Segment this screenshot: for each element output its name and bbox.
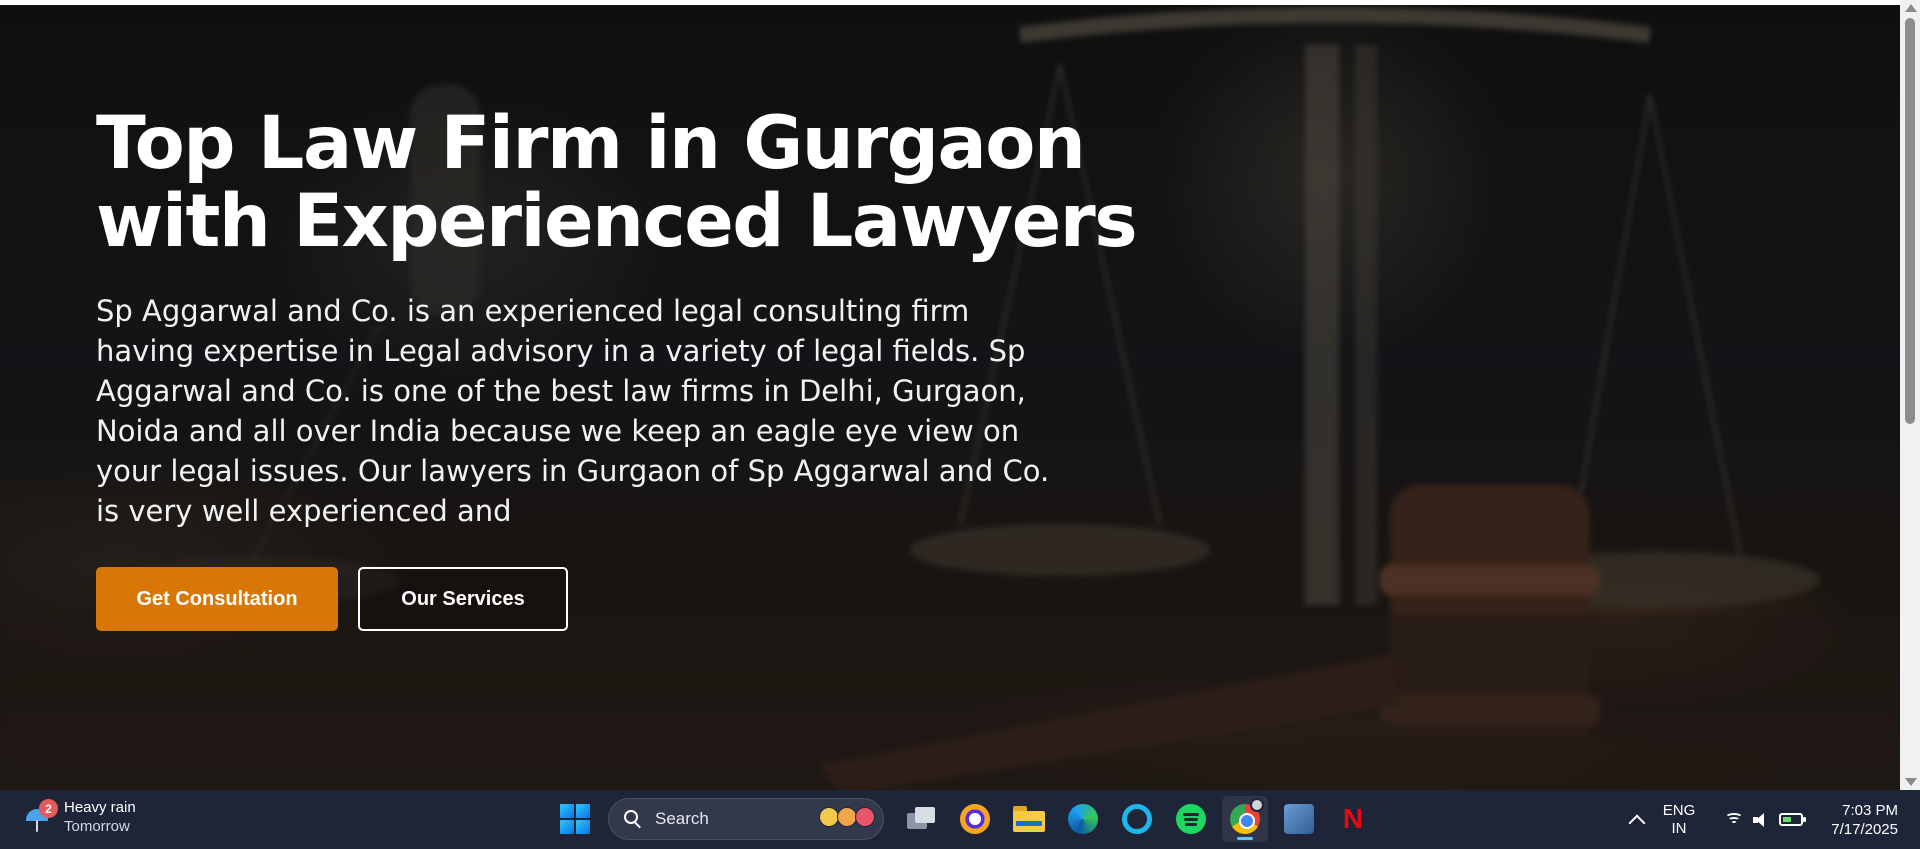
alexa-button[interactable] <box>1114 796 1160 842</box>
taskbar-search[interactable]: Search <box>608 798 884 840</box>
hero-content: Top Law Firm in Gurgaon with Experienced… <box>96 105 1256 631</box>
battery-charging-icon <box>1779 813 1807 826</box>
spotify-icon <box>1176 804 1206 834</box>
hero-buttons: Get Consultation Our Services <box>96 567 1256 631</box>
task-view-icon <box>907 807 935 831</box>
edge-icon <box>1068 804 1098 834</box>
hero-title: Top Law Firm in Gurgaon with Experienced… <box>96 101 1138 264</box>
netflix-icon: N <box>1342 803 1364 834</box>
language-indicator[interactable]: ENG IN <box>1663 802 1696 838</box>
weather-widget[interactable]: 2 Heavy rain Tomorrow <box>22 798 136 836</box>
quick-settings[interactable] <box>1725 812 1807 827</box>
browser-viewport: Top Law Firm in Gurgaon with Experienced… <box>0 0 1920 790</box>
clock[interactable]: 7:03 PM 7/17/2025 <box>1831 801 1898 839</box>
windows-logo-icon <box>560 804 590 834</box>
mysql-workbench-button[interactable] <box>1276 796 1322 842</box>
volume-icon <box>1753 812 1769 827</box>
clock-date: 7/17/2025 <box>1831 820 1898 838</box>
start-button[interactable] <box>552 796 598 842</box>
search-icon <box>623 809 643 829</box>
search-highlight-emoji-icon <box>819 807 875 827</box>
scroll-down-arrow-icon[interactable] <box>1905 778 1917 786</box>
mysql-workbench-icon <box>1284 804 1314 834</box>
edge-button[interactable] <box>1060 796 1106 842</box>
file-explorer-icon <box>1013 806 1045 832</box>
windows-taskbar: 2 Heavy rain Tomorrow Search N ENG IN 7:… <box>0 790 1920 849</box>
task-view-button[interactable] <box>898 796 944 842</box>
alexa-icon <box>1122 804 1152 834</box>
language-line2: IN <box>1671 819 1687 837</box>
hero-section: Top Law Firm in Gurgaon with Experienced… <box>0 5 1900 790</box>
chrome-button[interactable] <box>1222 796 1268 842</box>
taskbar-center: Search N <box>548 796 1380 842</box>
system-tray: ENG IN 7:03 PM 7/17/2025 <box>1628 790 1920 849</box>
brave-icon <box>960 804 990 834</box>
scroll-up-arrow-icon[interactable] <box>1905 4 1917 12</box>
weather-text: Heavy rain Tomorrow <box>64 798 136 836</box>
brave-button[interactable] <box>952 796 998 842</box>
scroll-thumb[interactable] <box>1905 18 1915 424</box>
get-consultation-button[interactable]: Get Consultation <box>96 567 338 631</box>
clock-time: 7:03 PM <box>1842 801 1898 819</box>
hero-description: Sp Aggarwal and Co. is an experienced le… <box>96 294 1050 528</box>
wifi-icon <box>1725 812 1744 827</box>
file-explorer-button[interactable] <box>1006 796 1052 842</box>
search-label: Search <box>655 809 709 828</box>
spotify-button[interactable] <box>1168 796 1214 842</box>
language-line1: ENG <box>1662 801 1696 819</box>
chrome-profile-badge <box>1250 798 1264 812</box>
our-services-button[interactable]: Our Services <box>358 567 568 631</box>
umbrella-rain-icon: 2 <box>22 799 58 835</box>
chevron-up-icon[interactable] <box>1628 814 1646 831</box>
weather-when: Tomorrow <box>64 818 130 835</box>
page-scrollbar[interactable] <box>1900 0 1920 790</box>
netflix-button[interactable]: N <box>1330 796 1376 842</box>
weather-condition: Heavy rain <box>64 799 136 816</box>
weather-badge: 2 <box>39 799 58 818</box>
